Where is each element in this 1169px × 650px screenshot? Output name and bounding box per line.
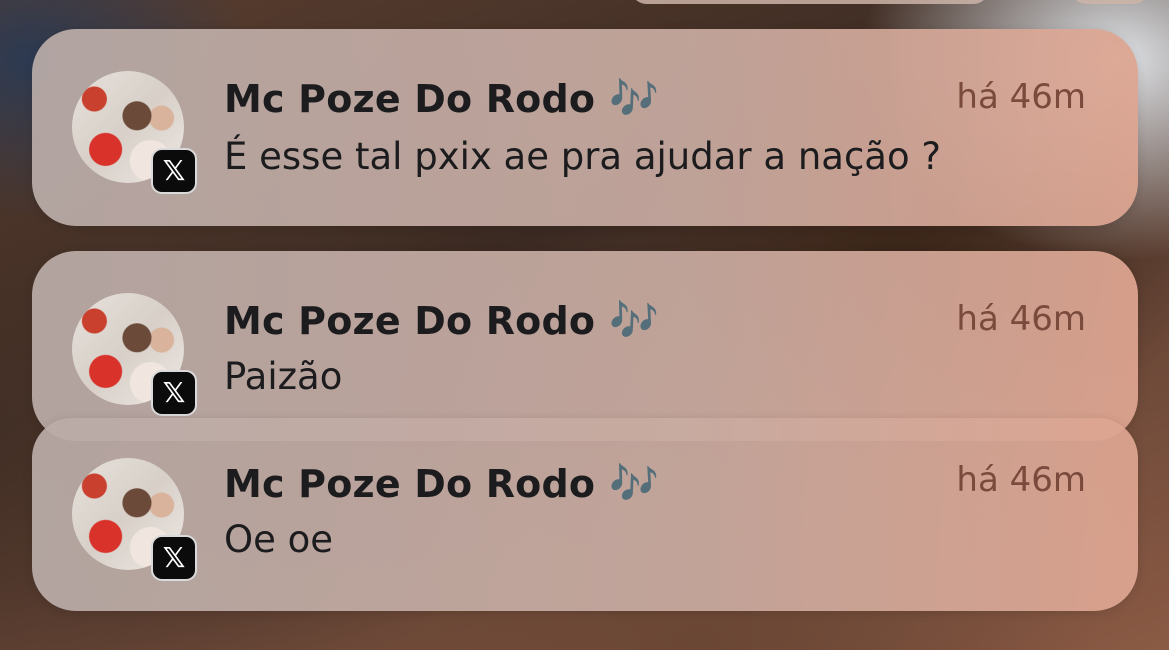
avatar-with-badge: 𝕏: [72, 71, 197, 195]
music-notes-icon: 🎶: [609, 298, 660, 344]
avatar-with-badge: 𝕏: [72, 293, 197, 417]
music-notes-icon: 🎶: [609, 76, 660, 122]
notification-time: há 46m: [956, 77, 1086, 117]
sender-name: Mc Poze Do Rodo: [224, 77, 596, 121]
notification-time: há 46m: [956, 299, 1086, 339]
music-notes-icon: 🎶: [609, 461, 660, 507]
avatar-with-badge: 𝕏: [72, 458, 197, 582]
notification-message: Oe oe: [224, 518, 334, 561]
notification-message: Paizão: [224, 355, 343, 398]
sender-name: Mc Poze Do Rodo: [224, 299, 596, 343]
x-logo-icon: 𝕏: [151, 148, 197, 194]
background-notification-edge: [1070, 0, 1150, 4]
notification-title: Mc Poze Do Rodo 🎶: [224, 460, 659, 507]
notification-message: É esse tal pxix ae pra ajudar a nação ?: [224, 135, 942, 178]
notification-card[interactable]: 𝕏 Mc Poze Do Rodo 🎶 há 46m É esse tal pxi…: [32, 29, 1138, 226]
x-logo-icon: 𝕏: [151, 370, 197, 416]
notification-time: há 46m: [956, 460, 1086, 500]
notification-title: Mc Poze Do Rodo 🎶: [224, 75, 659, 122]
notification-card[interactable]: 𝕏 Mc Poze Do Rodo 🎶 há 46m Paizão: [32, 251, 1138, 441]
sender-name: Mc Poze Do Rodo: [224, 462, 596, 506]
background-notification-edge: [630, 0, 990, 4]
notification-title: Mc Poze Do Rodo 🎶: [224, 297, 659, 344]
x-logo-icon: 𝕏: [151, 535, 197, 581]
notification-card[interactable]: 𝕏 Mc Poze Do Rodo 🎶 há 46m Oe oe: [32, 418, 1138, 611]
